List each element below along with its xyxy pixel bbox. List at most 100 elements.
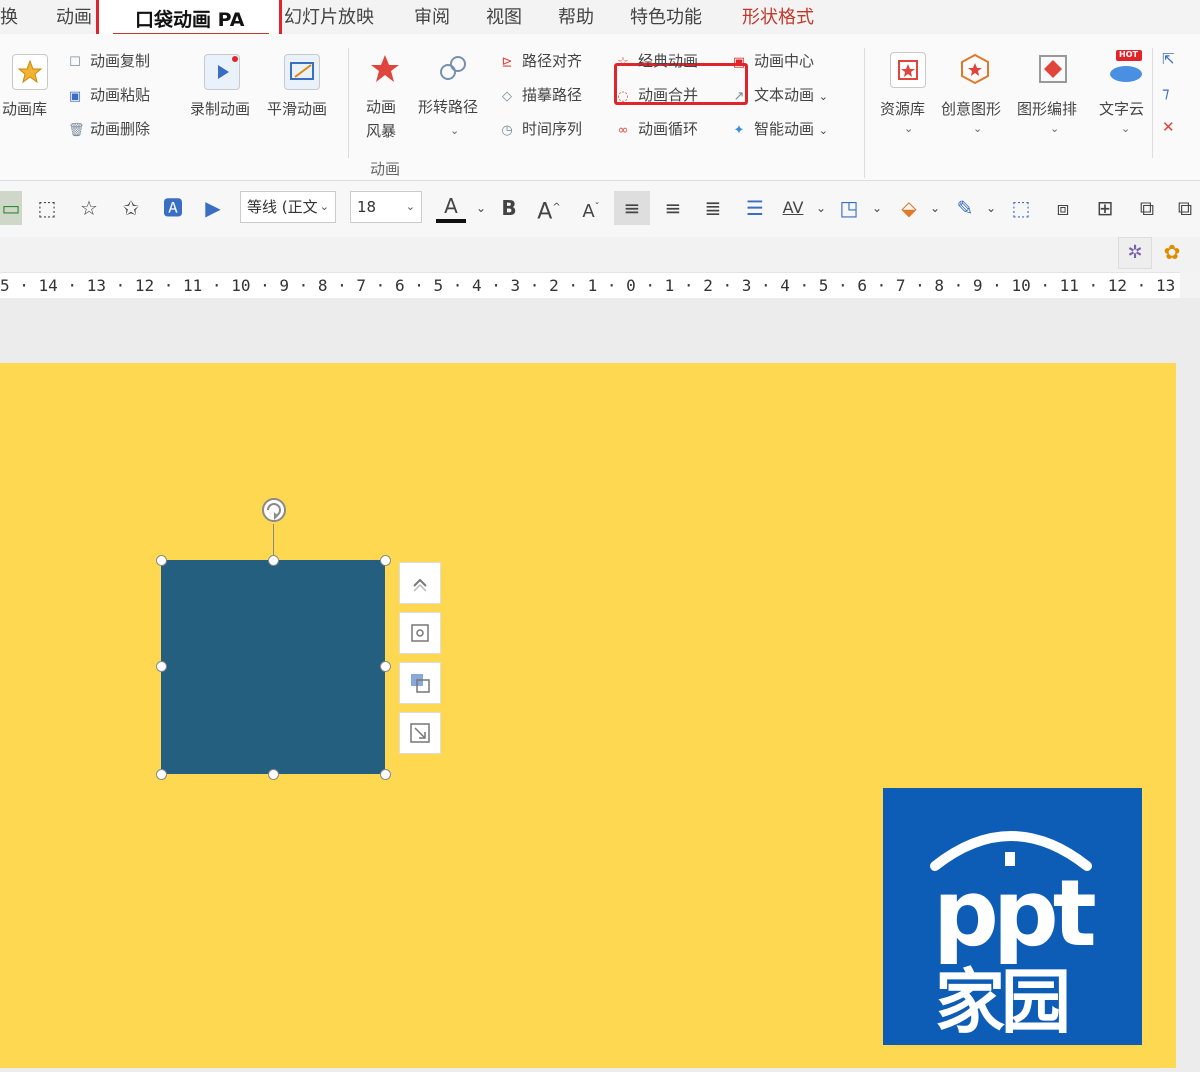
star-outline-icon: ☆ xyxy=(617,55,629,70)
chevron-down-icon[interactable]: ⌄ xyxy=(976,191,1006,225)
divider xyxy=(864,48,865,178)
font-color-button[interactable]: A xyxy=(436,191,466,223)
bold-button[interactable]: B xyxy=(494,191,524,225)
chevron-down-icon[interactable]: ⌄ xyxy=(466,191,496,225)
star-icon[interactable]: ☆ xyxy=(74,191,104,225)
horizontal-ruler: 5 · 14 · 13 · 12 · 11 · 10 · 9 · 8 · 7 ·… xyxy=(0,272,1180,300)
creative-shape-icon xyxy=(958,52,992,86)
group-icon[interactable]: ⧈ xyxy=(1048,191,1078,225)
word-cloud-button[interactable]: 文字云 xyxy=(1099,98,1144,119)
star-animation-icon[interactable]: ✩ xyxy=(116,191,146,225)
path-align-button[interactable]: ⊵ 路径对齐 xyxy=(500,50,582,71)
rotate-handle-icon[interactable] xyxy=(258,494,290,526)
chevron-down-icon[interactable]: ⌄ xyxy=(973,122,982,135)
font-grow-glyph: A xyxy=(537,199,553,225)
resource-lib-button[interactable]: 资源库 xyxy=(880,98,925,119)
text-anim-button[interactable]: ↗ 文本动画 ⌄ xyxy=(732,84,828,105)
ribbon-panel: 动画库 ☐ 动画复制 ▣ 动画粘贴 🗑 动画删除 录制动画 平滑动画 动画 风暴 形转… xyxy=(0,34,1200,181)
tab-special[interactable]: 特色功能 xyxy=(630,3,702,29)
selected-rectangle-shape[interactable] xyxy=(161,560,385,774)
smooth-anim-button[interactable]: 平滑动画 xyxy=(267,98,327,119)
divider xyxy=(348,48,349,158)
anim-paste-button[interactable]: ▣ 动画粘贴 xyxy=(68,84,150,105)
crop-center-button[interactable] xyxy=(399,612,441,654)
ribbon-tab-bar: 换 动画 口袋动画 PA 幻灯片放映 审阅 视图 帮助 特色功能 形状格式 xyxy=(0,0,1200,46)
resize-button[interactable] xyxy=(399,712,441,754)
chevron-down-icon[interactable]: ⌄ xyxy=(806,191,836,225)
chevron-down-icon[interactable]: ⌄ xyxy=(450,124,459,137)
text-anim-icon: ↗ xyxy=(733,89,745,104)
extra-tool-3-icon[interactable]: ✕ xyxy=(1162,118,1175,136)
chevron-up-icon xyxy=(413,578,427,592)
arrange-button[interactable] xyxy=(399,662,441,704)
chevron-down-icon[interactable]: ⌄ xyxy=(904,122,913,135)
ppt-jiayuan-logo: ppt 家园 xyxy=(883,788,1142,1045)
font-shrink-button[interactable]: Aˇ xyxy=(576,191,606,225)
anim-center-button[interactable]: ▣ 动画中心 xyxy=(732,50,814,71)
play-box-icon[interactable]: ▶ xyxy=(198,191,228,225)
anim-loop-button[interactable]: ∞ 动画循环 xyxy=(616,118,698,139)
text-box-icon[interactable]: 🅰 xyxy=(158,191,188,225)
magic-icon[interactable]: ✲ xyxy=(1118,237,1152,269)
record-anim-button[interactable]: 录制动画 xyxy=(190,98,250,119)
justify-button[interactable]: ≡ xyxy=(658,191,688,225)
resize-handle-left[interactable] xyxy=(156,661,167,672)
align-left-button[interactable]: ≣ xyxy=(698,191,728,225)
record-dot-icon: ▣ xyxy=(732,55,746,70)
tab-slideshow[interactable]: 幻灯片放映 xyxy=(284,3,374,29)
anim-copy-button[interactable]: ☐ 动画复制 xyxy=(68,50,150,71)
resize-handle-top-right[interactable] xyxy=(380,555,391,566)
bring-forward-icon[interactable]: ⧉ xyxy=(1132,191,1162,225)
resize-handle-bottom[interactable] xyxy=(268,769,279,780)
shape-arrange-button[interactable]: 图形编排 xyxy=(1017,98,1077,119)
shapes-icon[interactable]: ◳ xyxy=(834,191,864,225)
anim-storm-button[interactable]: 风暴 xyxy=(366,120,396,141)
trace-path-label: 描摹路径 xyxy=(522,86,583,104)
resize-handle-bottom-left[interactable] xyxy=(156,769,167,780)
edit-points-icon[interactable]: ⬚ xyxy=(1006,191,1036,225)
resize-handle-top-left[interactable] xyxy=(156,555,167,566)
trace-path-button[interactable]: ◇ 描摹路径 xyxy=(500,84,582,105)
hot-badge: HOT xyxy=(1119,50,1138,59)
tab-switch[interactable]: 换 xyxy=(0,3,18,29)
classic-anim-button[interactable]: ☆ 经典动画 xyxy=(616,50,698,71)
time-sequence-button[interactable]: ◷ 时间序列 xyxy=(500,118,582,139)
font-grow-button[interactable]: A^ xyxy=(534,191,564,225)
resource-lib-icon xyxy=(890,52,926,88)
align-center-button[interactable]: ≡ xyxy=(614,191,650,225)
resize-icon xyxy=(410,723,430,743)
resize-handle-right[interactable] xyxy=(380,661,391,672)
trash-icon: 🗑 xyxy=(68,123,85,138)
shape-to-path-button[interactable]: 形转路径 xyxy=(418,96,478,117)
font-family-select[interactable]: 等线 (正文 ⌄ xyxy=(240,191,336,223)
anim-merge-label: 动画合并 xyxy=(638,86,699,104)
anim-delete-button[interactable]: 🗑 动画删除 xyxy=(68,118,150,139)
send-backward-icon[interactable]: ⧉ xyxy=(1170,191,1200,225)
settings-gear-icon[interactable]: ✿ xyxy=(1156,237,1188,267)
anim-merge-button[interactable]: ◌ 动画合并 xyxy=(616,84,698,105)
extra-tool-2-icon[interactable]: ⁊ xyxy=(1162,84,1169,102)
text-anim-label: 文本动画 xyxy=(754,86,815,104)
chevron-down-icon[interactable]: ⌄ xyxy=(1121,122,1130,135)
tab-shape-format[interactable]: 形状格式 xyxy=(742,3,814,29)
layout-options-button[interactable] xyxy=(399,562,441,604)
anim-library-button[interactable]: 动画库 xyxy=(2,98,47,119)
char-spacing-button[interactable]: AV xyxy=(778,191,808,225)
extra-tool-1-icon[interactable]: ⇱ xyxy=(1162,50,1175,68)
font-size-select[interactable]: 18 ⌄ xyxy=(350,191,422,223)
layout-icon[interactable]: ▭ xyxy=(0,191,22,225)
creative-shape-button[interactable]: 创意图形 xyxy=(941,98,1001,119)
tab-review[interactable]: 审阅 xyxy=(414,3,450,29)
tab-animation[interactable]: 动画 xyxy=(56,3,92,29)
smart-anim-button[interactable]: ✦ 智能动画 ⌄ xyxy=(732,118,828,139)
resize-handle-bottom-right[interactable] xyxy=(380,769,391,780)
chevron-down-icon[interactable]: ⌄ xyxy=(1050,122,1059,135)
align-objects-icon[interactable]: ⊞ xyxy=(1090,191,1120,225)
tab-view[interactable]: 视图 xyxy=(486,3,522,29)
distribute-button[interactable]: ☰ xyxy=(740,191,770,225)
select-shape-icon[interactable]: ⬚ xyxy=(32,191,62,225)
chevron-down-icon[interactable]: ⌄ xyxy=(920,191,950,225)
chevron-down-icon[interactable]: ⌄ xyxy=(862,191,892,225)
resize-handle-top[interactable] xyxy=(268,555,279,566)
tab-help[interactable]: 帮助 xyxy=(558,3,594,29)
